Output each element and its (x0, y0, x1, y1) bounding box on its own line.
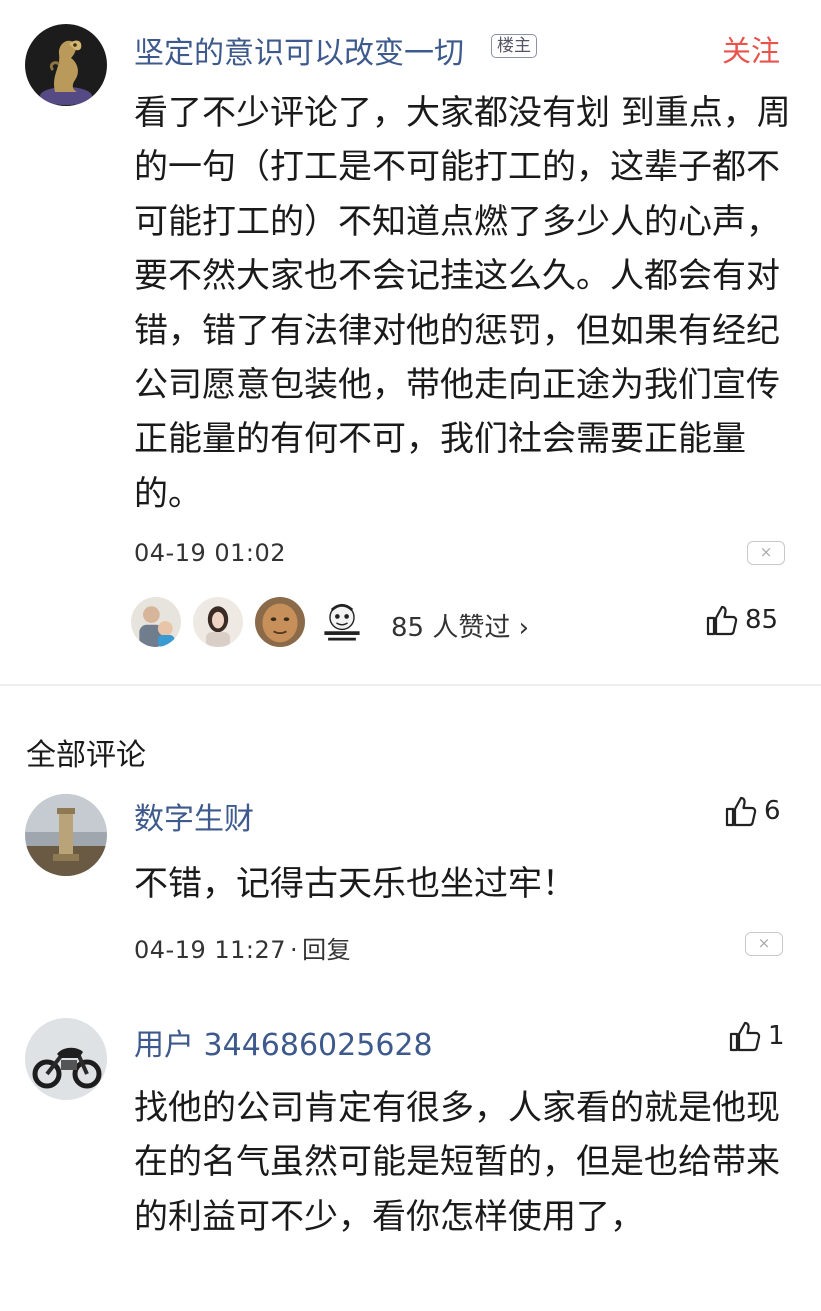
close-icon[interactable]: × (745, 932, 783, 956)
motorcycle-avatar-image (25, 1018, 107, 1100)
thumbs-up-icon (725, 796, 757, 827)
liker-avatar-1 (129, 595, 183, 649)
comment-1-content: 不错，记得古天乐也坐过牢！ (134, 864, 576, 904)
author-name[interactable]: 坚定的意识可以改变一切 (134, 28, 464, 72)
comment-1-like-button[interactable]: 6 (724, 794, 781, 828)
dragon-sculpture-avatar-image (25, 24, 107, 106)
main-comment-timestamp: 04-19 01:02 (134, 539, 287, 567)
comment-1-meta: 04-19 11:27 · 回复 (134, 930, 351, 965)
meta-separator: · (290, 936, 299, 964)
all-comments-title: 全部评论 (26, 738, 146, 773)
close-icon[interactable]: × (747, 541, 785, 565)
follow-button[interactable]: 关注 (722, 28, 780, 70)
comment-2-avatar[interactable] (25, 1018, 107, 1100)
author-avatar[interactable] (25, 24, 107, 106)
comment-1-like-count: 6 (764, 796, 781, 826)
comment-2-like-button[interactable]: 1 (728, 1019, 785, 1053)
thumbs-up-icon (706, 605, 738, 636)
main-comment-content: 看了不少评论了，大家都没有划 到重点，周的一句（打工是不可能打工的，这辈子都不可… (134, 93, 791, 514)
op-badge: 楼主 (491, 34, 537, 58)
main-like-count: 85 (745, 605, 779, 635)
likers-link[interactable]: 85 人赞过 › (391, 607, 529, 644)
comment-1-timestamp: 04-19 11:27 (134, 936, 287, 964)
liker-avatar-2 (191, 595, 245, 649)
liker-avatar-3 (253, 595, 307, 649)
thumbs-up-icon (729, 1021, 761, 1052)
comment-2-author[interactable]: 用户 344686025628 (134, 1020, 433, 1064)
comment-1-author[interactable]: 数字生财 (134, 794, 254, 838)
comment-1-avatar[interactable] (25, 794, 107, 876)
liker-avatar-4 (315, 595, 369, 649)
main-like-button[interactable]: 85 (705, 603, 778, 637)
liker-avatars[interactable] (129, 595, 377, 649)
comment-1-reply-button[interactable]: 回复 (302, 936, 351, 964)
comment-2-content: 找他的公司肯定有很多，人家看的就是他现在的名气虽然可能是短暂的，但是也给带来的利… (134, 1088, 780, 1237)
comment-2-like-count: 1 (768, 1021, 785, 1051)
section-divider (0, 684, 821, 686)
stone-pillar-avatar-image (25, 794, 107, 876)
